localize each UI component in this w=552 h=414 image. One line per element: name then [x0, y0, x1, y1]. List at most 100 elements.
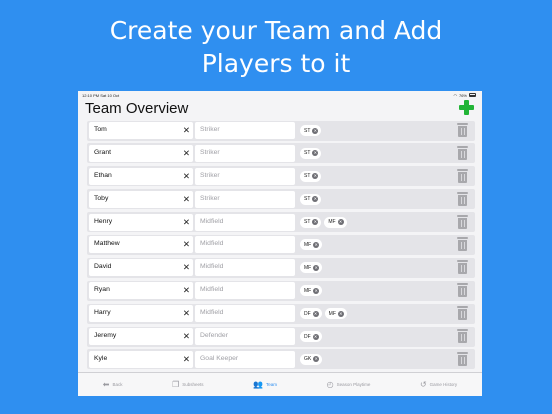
player-name-field[interactable]: Jeremy ✕ — [89, 328, 193, 346]
tab-bar: ⬅ Back ❐ Subsheets 👥 Team ◴ Season Playtime… — [78, 372, 482, 396]
remove-chip-icon[interactable]: ✕ — [313, 356, 320, 363]
arrow-left-icon: ⬅ — [102, 379, 110, 389]
player-position-field[interactable]: Striker — [195, 167, 295, 185]
team-icon: 👥 — [253, 379, 264, 389]
remove-chip-icon[interactable]: ✕ — [312, 219, 319, 226]
chip-label: MF — [304, 241, 312, 248]
clear-name-icon[interactable]: ✕ — [183, 261, 190, 273]
trash-icon[interactable] — [457, 283, 468, 298]
trash-icon[interactable] — [457, 191, 468, 206]
player-name-field[interactable]: Grant ✕ — [89, 144, 193, 162]
clear-name-icon[interactable]: ✕ — [183, 238, 190, 250]
clear-name-icon[interactable]: ✕ — [183, 124, 190, 136]
chip-label: ST — [304, 127, 311, 134]
position-chips: ST ✕ — [300, 170, 322, 182]
player-position-field[interactable]: Midfield — [195, 305, 295, 323]
remove-chip-icon[interactable]: ✕ — [313, 287, 320, 294]
player-name-field[interactable]: David ✕ — [89, 259, 193, 277]
remove-chip-icon[interactable]: ✕ — [313, 264, 320, 271]
player-row: Ethan ✕ Striker ST ✕ — [78, 165, 482, 188]
tab-subsheets[interactable]: ❐ Subsheets — [172, 380, 204, 389]
position-chip[interactable]: MF ✕ — [300, 285, 323, 297]
tab-back[interactable]: ⬅ Back — [102, 379, 123, 389]
player-row: Kyle ✕ Goal Keeper GK ✕ — [78, 348, 482, 371]
tab-team[interactable]: 👥 Team — [253, 379, 277, 389]
position-chip[interactable]: MF ✕ — [324, 308, 347, 320]
player-name-field[interactable]: Ethan ✕ — [89, 167, 193, 185]
chip-label: DF — [304, 310, 311, 317]
player-name-field[interactable]: Ryan ✕ — [89, 282, 193, 300]
position-chip[interactable]: ST ✕ — [300, 147, 322, 159]
player-position-field[interactable]: Defender — [195, 328, 295, 346]
tab-game-history[interactable]: ↺ Game History — [420, 380, 457, 389]
player-position-field[interactable]: Goal Keeper — [195, 350, 295, 368]
clear-name-icon[interactable]: ✕ — [183, 330, 190, 342]
page-title: Team Overview — [85, 100, 189, 117]
chip-label: ST — [304, 150, 311, 157]
player-name-field[interactable]: Toby ✕ — [89, 190, 193, 208]
add-player-button[interactable] — [458, 99, 475, 116]
remove-chip-icon[interactable]: ✕ — [312, 196, 319, 203]
position-chip[interactable]: DF ✕ — [300, 308, 322, 320]
remove-chip-icon[interactable]: ✕ — [312, 310, 319, 317]
position-chips: MF ✕ — [300, 262, 323, 274]
remove-chip-icon[interactable]: ✕ — [313, 241, 320, 248]
position-chip[interactable]: ST ✕ — [300, 125, 322, 136]
status-right: ◠ 76% — [453, 93, 476, 98]
trash-icon[interactable] — [457, 168, 468, 183]
player-name-field[interactable]: Tom ✕ — [89, 122, 193, 139]
clear-name-icon[interactable]: ✕ — [183, 307, 190, 319]
trash-icon[interactable] — [457, 214, 468, 229]
clear-name-icon[interactable]: ✕ — [183, 353, 190, 365]
tab-season-playtime[interactable]: ◴ Season Playtime — [327, 380, 371, 389]
remove-chip-icon[interactable]: ✕ — [337, 310, 344, 317]
position-chip[interactable]: MF ✕ — [324, 216, 347, 228]
position-chip[interactable]: MF ✕ — [300, 262, 323, 274]
headline-line-2: Players to it — [201, 49, 351, 78]
remove-chip-icon[interactable]: ✕ — [312, 173, 319, 180]
remove-chip-icon[interactable]: ✕ — [312, 150, 319, 157]
clear-name-icon[interactable]: ✕ — [183, 193, 190, 205]
position-chip[interactable]: GK ✕ — [300, 353, 323, 365]
remove-chip-icon[interactable]: ✕ — [312, 333, 319, 340]
trash-icon[interactable] — [457, 145, 468, 160]
player-position-field[interactable]: Striker — [195, 190, 295, 208]
player-position: Striker — [200, 171, 220, 179]
player-name: Toby — [94, 194, 109, 202]
remove-chip-icon[interactable]: ✕ — [312, 127, 319, 134]
trash-icon[interactable] — [457, 329, 468, 344]
position-chip[interactable]: MF ✕ — [300, 239, 323, 251]
player-name-field[interactable]: Harry ✕ — [89, 305, 193, 323]
clear-name-icon[interactable]: ✕ — [183, 216, 190, 228]
player-name: Henry — [94, 217, 113, 225]
player-name: David — [94, 263, 112, 271]
clear-name-icon[interactable]: ✕ — [183, 170, 190, 182]
chip-label: ST — [304, 196, 311, 203]
headline-line-1: Create your Team and Add — [109, 16, 443, 45]
chip-label: ST — [304, 173, 311, 180]
remove-chip-icon[interactable]: ✕ — [337, 219, 344, 226]
player-position-field[interactable]: Midfield — [195, 259, 295, 277]
tab-label: Subsheets — [182, 382, 204, 387]
player-position-field[interactable]: Midfield — [195, 236, 295, 254]
player-name-field[interactable]: Matthew ✕ — [89, 236, 193, 254]
trash-icon[interactable] — [457, 260, 468, 275]
position-chip[interactable]: ST ✕ — [300, 193, 322, 205]
clear-name-icon[interactable]: ✕ — [183, 284, 190, 296]
trash-icon[interactable] — [457, 237, 468, 252]
player-name-field[interactable]: Kyle ✕ — [89, 350, 193, 368]
position-chip[interactable]: ST ✕ — [300, 216, 322, 228]
position-chip[interactable]: ST ✕ — [300, 170, 322, 182]
player-position-field[interactable]: Midfield — [195, 213, 295, 231]
position-chips: ST ✕ — [300, 125, 322, 136]
player-row: Jeremy ✕ Defender DF ✕ — [78, 325, 482, 348]
trash-icon[interactable] — [457, 306, 468, 321]
player-position-field[interactable]: Striker — [195, 144, 295, 162]
trash-icon[interactable] — [457, 351, 468, 366]
player-position-field[interactable]: Striker — [195, 122, 295, 139]
player-name-field[interactable]: Henry ✕ — [89, 213, 193, 231]
trash-icon[interactable] — [457, 123, 468, 137]
player-position-field[interactable]: Midfield — [195, 282, 295, 300]
position-chip[interactable]: DF ✕ — [300, 331, 322, 343]
clear-name-icon[interactable]: ✕ — [183, 147, 190, 159]
